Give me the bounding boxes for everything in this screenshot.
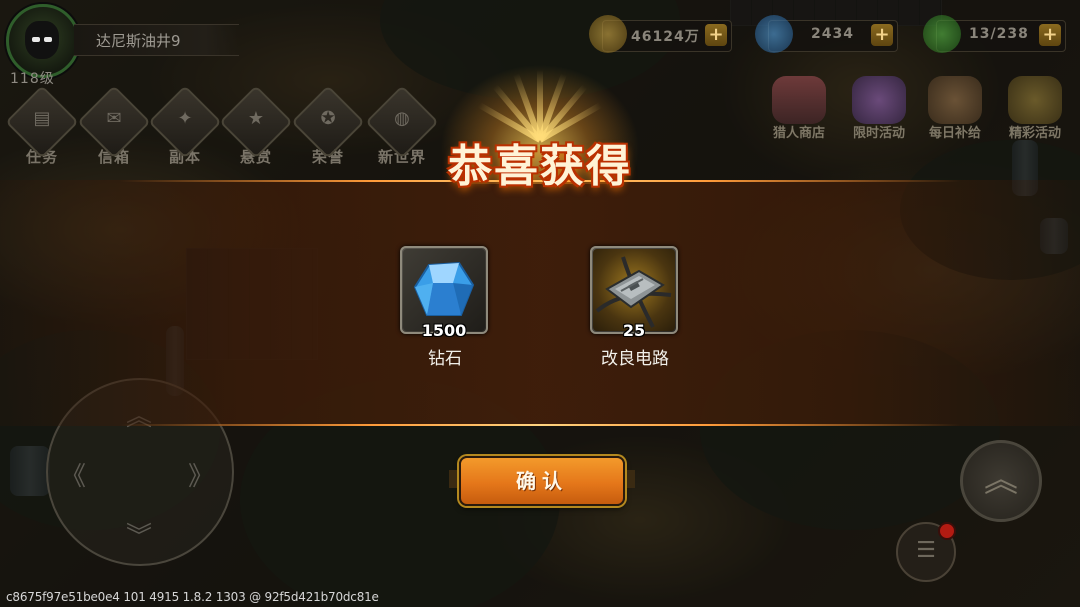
event-button-daily-supply[interactable]: 每日补给 bbox=[922, 76, 988, 141]
player-name: 达尼斯油井9 bbox=[96, 32, 181, 50]
globe-icon: ◍ bbox=[394, 108, 410, 130]
item-quantity: 25 bbox=[622, 321, 646, 340]
menu-button-dungeon[interactable]: ✦ 副本 bbox=[148, 85, 222, 167]
reward-dialog bbox=[0, 180, 1080, 426]
event-button-limited[interactable]: 限时活动 bbox=[846, 76, 912, 141]
item-quantity: 1500 bbox=[421, 321, 467, 340]
book-icon: ▤ bbox=[33, 108, 51, 130]
notification-dot bbox=[938, 522, 956, 540]
list-icon: ☰ bbox=[916, 538, 936, 563]
mailbox-icon: ✉ bbox=[106, 108, 122, 130]
add-energy-button[interactable]: + bbox=[1039, 24, 1061, 46]
reward-bottom-border bbox=[120, 424, 960, 426]
star-badge-icon: ★ bbox=[247, 108, 265, 130]
arrow-right-icon: 》 bbox=[188, 462, 215, 492]
chevrons-up-icon: ︽ bbox=[984, 460, 1018, 500]
diamond-resource: 2434 + bbox=[755, 15, 898, 53]
reward-item-diamond[interactable]: 1500 钻石 bbox=[400, 246, 490, 369]
menu-button-mailbox[interactable]: ✉ 信箱 bbox=[77, 85, 151, 167]
energy-resource: 13/238 + bbox=[923, 15, 1066, 53]
diamond-amount: 2434 bbox=[811, 26, 854, 42]
item-name: 钻石 bbox=[428, 349, 462, 369]
gold-coin-icon bbox=[589, 15, 627, 53]
player-name-plate: 达尼斯油井9 bbox=[74, 24, 239, 56]
wings-icon: ✦ bbox=[177, 108, 193, 130]
gold-resource: 46124万 + bbox=[589, 15, 732, 53]
gold-amount: 46124万 bbox=[631, 29, 700, 45]
diamond-icon bbox=[755, 15, 793, 53]
energy-potion-icon bbox=[923, 15, 961, 53]
event-label: 精彩活动 bbox=[1008, 126, 1061, 141]
honor-badge-icon: ✪ bbox=[320, 108, 336, 130]
circuit-board-icon bbox=[595, 256, 672, 328]
event-button-featured[interactable]: 精彩活动 bbox=[1002, 76, 1068, 141]
menu-button-honor[interactable]: ✪ 荣誉 bbox=[291, 85, 365, 167]
event-label: 限时活动 bbox=[852, 126, 905, 141]
diamond-icon bbox=[413, 261, 475, 316]
item-name: 改良电路 bbox=[601, 349, 669, 369]
arrow-down-icon: ︾ bbox=[126, 522, 153, 552]
daily-supply-icon bbox=[928, 76, 982, 124]
build-info: c8675f97e51be0e4 101 4915 1.8.2 1303 @ 9… bbox=[6, 590, 379, 604]
add-gold-button[interactable]: + bbox=[705, 24, 727, 46]
shop-icon bbox=[772, 76, 826, 124]
confirm-button[interactable]: 确认 bbox=[449, 456, 635, 506]
featured-event-icon bbox=[1008, 76, 1062, 124]
quick-menu-button[interactable]: ☰ bbox=[896, 522, 956, 582]
reward-title: 恭喜获得 bbox=[448, 141, 632, 192]
event-label: 每日补给 bbox=[928, 126, 981, 141]
limited-event-icon bbox=[852, 76, 906, 124]
add-diamond-button[interactable]: + bbox=[871, 24, 893, 46]
player-level: 118级 bbox=[10, 71, 55, 87]
menu-button-bounty[interactable]: ★ 悬赏 bbox=[219, 85, 293, 167]
arrow-left-icon: 《 bbox=[60, 462, 87, 492]
energy-amount: 13/238 bbox=[969, 26, 1029, 42]
event-label: 猎人商店 bbox=[772, 126, 825, 141]
item-frame: 1500 bbox=[400, 246, 488, 340]
event-button-shop[interactable]: 猎人商店 bbox=[766, 76, 832, 141]
rank-up-action-button[interactable]: ︽ bbox=[960, 440, 1042, 522]
item-frame: 25 bbox=[590, 246, 678, 340]
reward-item-circuit[interactable]: 25 改良电路 bbox=[590, 246, 680, 369]
menu-button-tasks[interactable]: ▤ 任务 bbox=[5, 85, 79, 167]
avatar-portrait-icon bbox=[25, 21, 59, 59]
player-avatar[interactable] bbox=[6, 4, 80, 78]
